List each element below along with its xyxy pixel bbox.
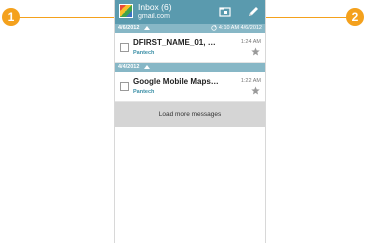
empty-list-area	[115, 127, 265, 243]
folders-icon[interactable]	[218, 5, 232, 19]
date-label: 4/6/2012	[118, 25, 140, 31]
callout-badge-2: 2	[346, 8, 364, 26]
sync-icon	[211, 24, 217, 31]
message-subject: DFIRST_NAME_01, Get Lin...	[133, 38, 219, 47]
action-bar: Inbox (6) gmail.com	[115, 0, 265, 24]
message-subject: Google Mobile Maps Loca...	[133, 77, 219, 86]
expand-up-icon[interactable]	[143, 64, 150, 69]
callout-line-1	[18, 17, 120, 18]
message-checkbox[interactable]	[120, 82, 129, 91]
compose-pencil-icon[interactable]	[246, 5, 260, 19]
sync-time: 4:10 AM 4/6/2012	[218, 25, 262, 31]
message-time: 1:24 AM	[240, 39, 261, 45]
message-checkbox[interactable]	[120, 43, 129, 52]
email-app-icon[interactable]	[119, 4, 133, 18]
phone-screen: Inbox (6) gmail.com 4/6/2012 4:10 AM 4/6…	[114, 0, 266, 243]
date-label: 4/4/2012	[118, 64, 140, 70]
message-sender: Pantech	[133, 89, 155, 95]
expand-up-icon[interactable]	[143, 25, 150, 30]
account-name: gmail.com	[138, 13, 170, 20]
inbox-title[interactable]: Inbox (6)	[138, 2, 172, 12]
message-row[interactable]: Google Mobile Maps Loca... 1:22 AM Pante…	[115, 72, 265, 102]
message-row[interactable]: DFIRST_NAME_01, Get Lin... 1:24 AM Pante…	[115, 33, 265, 63]
star-icon[interactable]	[251, 86, 260, 95]
date-divider: 4/4/2012	[115, 63, 265, 72]
date-divider: 4/6/2012 4:10 AM 4/6/2012	[115, 24, 265, 33]
message-sender: Pantech	[133, 50, 155, 56]
star-icon[interactable]	[251, 47, 260, 56]
callout-badge-1: 1	[2, 8, 20, 26]
callout-line-2	[252, 17, 348, 18]
load-more-button[interactable]: Load more messages	[115, 102, 265, 127]
message-time: 1:22 AM	[240, 78, 261, 84]
